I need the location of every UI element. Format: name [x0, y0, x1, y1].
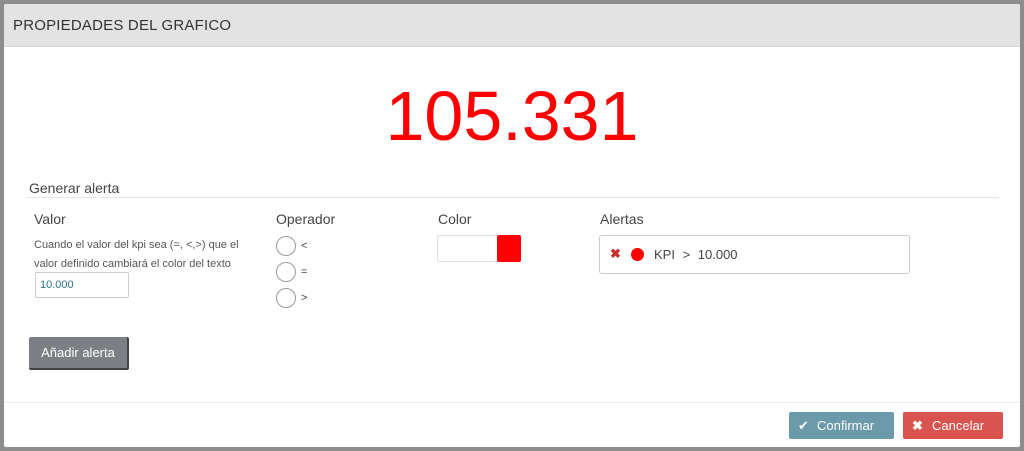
dialog-header: PROPIEDADES DEL GRAFICO — [4, 4, 1020, 47]
operator-option-label: = — [301, 266, 308, 278]
confirm-button[interactable]: ✔ Confirmar — [789, 412, 894, 439]
footer-divider — [4, 402, 1020, 403]
valor-description: Cuando el valor del kpi sea (=, <,>) que… — [34, 239, 239, 270]
close-icon[interactable]: ✖ — [610, 247, 621, 261]
kpi-value: 105.331 — [385, 77, 639, 155]
cancel-button[interactable]: ✖ Cancelar — [903, 412, 1003, 439]
check-icon: ✔ — [798, 418, 809, 433]
radio-button-lt[interactable] — [276, 236, 296, 256]
operator-option-label: > — [301, 292, 308, 304]
confirm-button-label: Confirmar — [817, 418, 875, 433]
cancel-button-label: Cancelar — [932, 418, 985, 433]
radio-button-eq[interactable] — [276, 262, 296, 282]
dialog-title: PROPIEDADES DEL GRAFICO — [13, 17, 232, 34]
color-swatch[interactable] — [497, 235, 521, 262]
alerts-list: ✖ KPI > 10.000 — [599, 235, 910, 274]
close-icon: ✖ — [912, 418, 923, 433]
valor-input[interactable] — [35, 272, 129, 298]
color-label: Color — [438, 211, 472, 227]
operador-label: Operador — [276, 211, 336, 227]
section-title-generar-alerta: Generar alerta — [29, 180, 120, 196]
chart-properties-dialog: PROPIEDADES DEL GRAFICO 105.331 Generar … — [4, 4, 1020, 447]
section-divider — [27, 197, 999, 198]
alertas-label: Alertas — [600, 211, 644, 227]
valor-label: Valor — [34, 211, 66, 227]
operator-option-label: < — [301, 240, 308, 252]
color-input[interactable] — [437, 235, 498, 262]
add-alert-button[interactable]: Añadir alerta — [29, 337, 129, 370]
alert-color-dot — [631, 248, 644, 261]
radio-button-gt[interactable] — [276, 288, 296, 308]
alert-item-text: KPI > 10.000 — [654, 247, 738, 262]
